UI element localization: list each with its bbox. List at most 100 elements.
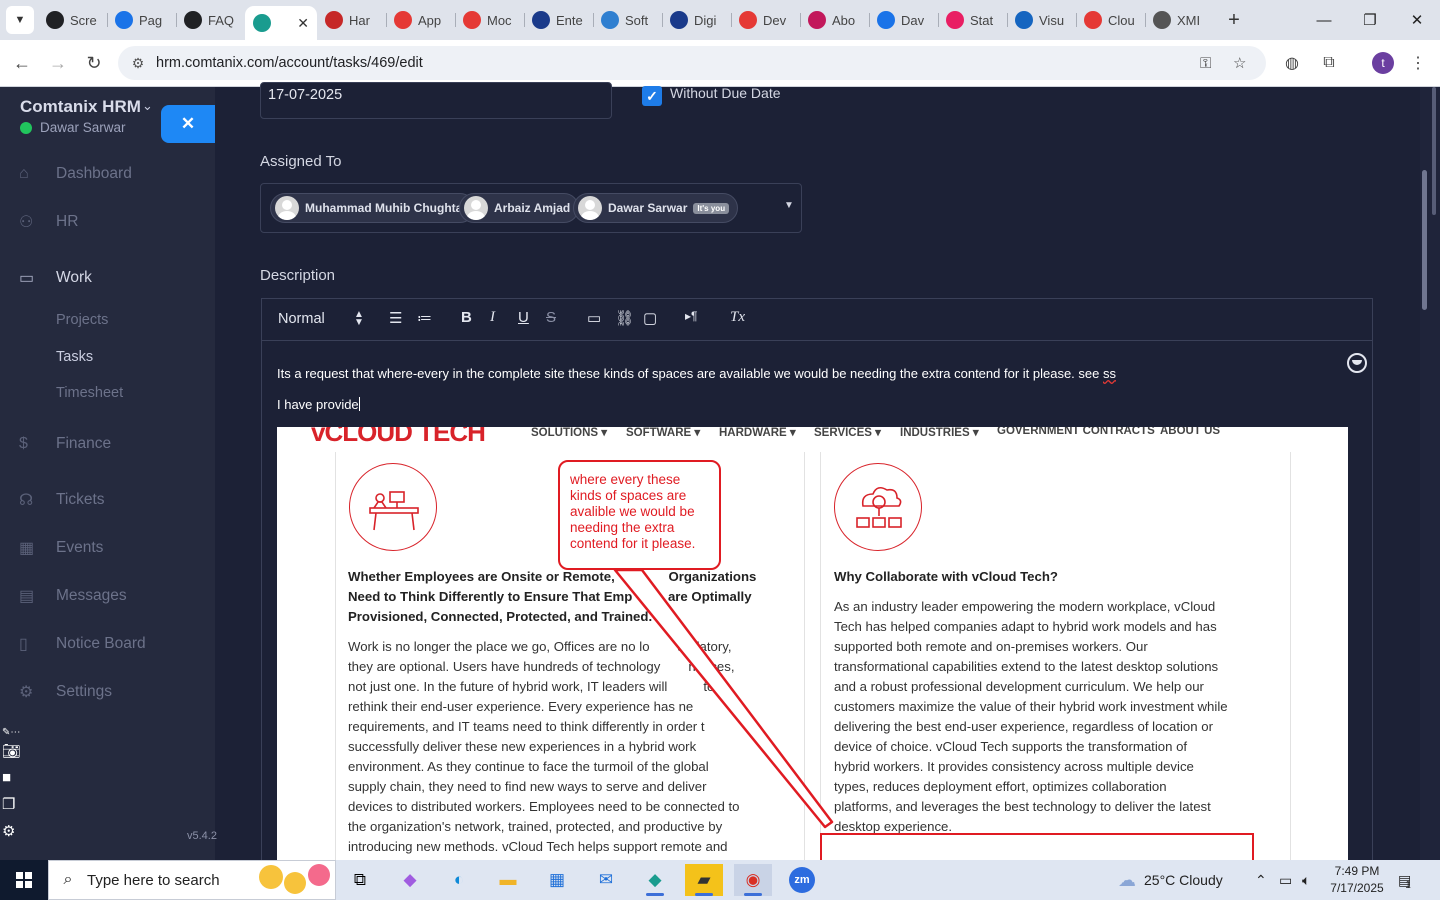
task-view-icon[interactable]: ⧉ [341, 864, 379, 896]
browser-tab[interactable]: Pag [107, 4, 176, 36]
sidebar-item-finance[interactable]: $ Finance [0, 429, 215, 459]
key-icon[interactable]: ⚿ [1200, 46, 1211, 80]
assignee-chip[interactable]: Dawar Sarwar It's you [573, 193, 739, 223]
due-date-input[interactable]: 17-07-2025 [260, 82, 612, 119]
sidebar-item-tickets[interactable]: ☊ Tickets [0, 485, 215, 515]
page-scrollbar-thumb[interactable] [1422, 170, 1427, 310]
browser-tab[interactable]: Digi [662, 4, 731, 36]
notification-center-icon[interactable]: ▤ 1 [1398, 860, 1411, 900]
browser-tab[interactable]: App [386, 4, 455, 36]
embedded-screenshot[interactable]: vCLOUD TECH SOLUTIONS ▾ SOFTWARE ▾ HARDW… [277, 427, 1348, 860]
chrome-icon[interactable]: ◉ [734, 864, 772, 896]
taskbar-clock[interactable]: 7:49 PM 7/17/2025 [1326, 863, 1388, 897]
copilot-icon[interactable]: ◆ [391, 864, 429, 896]
sidebar-item-settings[interactable]: ⚙ Settings [0, 677, 215, 707]
description-text[interactable]: Its a request that where-every in the co… [277, 366, 1116, 381]
sidebar-item-events[interactable]: ▦ Events [0, 533, 215, 563]
italic-icon[interactable]: I [490, 309, 495, 326]
video-icon[interactable]: ■ [2, 769, 11, 786]
mail-icon[interactable]: ✉ [587, 864, 625, 896]
tab-search-button[interactable]: ▼ [6, 6, 34, 34]
underline-icon[interactable]: U [518, 309, 529, 326]
description-editor[interactable]: Normal ▲ ▼ ☰ ≔ B I U S ▭ ⛓ ▢ ▸¶ Tx Its a … [261, 298, 1373, 860]
link-icon[interactable]: ⛓ [615, 309, 634, 327]
outer-scrollbar-thumb[interactable] [1432, 87, 1436, 215]
bookmark-star-icon[interactable]: ☆ [1233, 46, 1246, 80]
store-icon[interactable]: ▦ [538, 864, 576, 896]
chevron-up-icon[interactable]: ⌃ [1255, 860, 1267, 900]
maximize-button[interactable]: ❐ [1347, 0, 1393, 40]
extensions-icon[interactable]: ⧉ [1314, 48, 1344, 78]
bullet-list-icon[interactable]: ≔ [417, 309, 432, 327]
start-button[interactable] [0, 860, 48, 900]
browser-tab[interactable]: Dav [869, 4, 938, 36]
copy-icon[interactable]: ❐ [2, 795, 15, 813]
caret-down-icon[interactable]: ▼ [784, 200, 794, 211]
ordered-list-icon[interactable]: ☰ [389, 309, 402, 327]
browser-tab[interactable]: Dev [731, 4, 800, 36]
image-icon[interactable]: ▭ [587, 309, 601, 327]
sidebar-subitem-projects[interactable]: Projects [56, 312, 108, 328]
browser-tab[interactable]: Ente [524, 4, 593, 36]
browser-tab[interactable]: FAQ [176, 4, 245, 36]
browser-tab[interactable]: Moc [455, 4, 524, 36]
edge-icon[interactable]: ◐ [440, 864, 478, 896]
browser-tab[interactable]: Soft [593, 4, 662, 36]
browser-tab[interactable]: Clou [1076, 4, 1145, 36]
format-select[interactable]: Normal [278, 311, 325, 327]
browser-tab[interactable]: Abo [800, 4, 869, 36]
translate-icon[interactable]: ◍ [1277, 48, 1307, 78]
close-window-button[interactable]: ✕ [1394, 0, 1440, 40]
browser-tab[interactable]: Stat [938, 4, 1007, 36]
forward-button[interactable]: → [40, 45, 76, 81]
sticky-notes-icon[interactable]: ▰ [685, 864, 723, 896]
sidebar-subitem-tasks[interactable]: Tasks [56, 349, 93, 365]
menu-kebab-icon[interactable]: ⋮ [1403, 48, 1433, 78]
select-caret-icon[interactable]: ▲ ▼ [354, 310, 364, 328]
without-due-date-checkbox[interactable]: ✓ [642, 86, 662, 106]
assignee-chip[interactable]: Arbaiz Amjad [459, 193, 580, 223]
new-tab-button[interactable]: + [1220, 6, 1248, 34]
browser-tab[interactable]: Har [317, 4, 386, 36]
sidebar-item-messages[interactable]: ▤ Messages [0, 581, 215, 611]
clear-format-icon[interactable]: Tx [730, 309, 745, 326]
back-button[interactable]: ← [4, 45, 40, 81]
sidebar-item-work[interactable]: ▭ Work [0, 263, 215, 293]
close-sidebar-button[interactable]: ✕ [161, 105, 215, 143]
brand-name[interactable]: Comtanix HRM [20, 97, 141, 117]
browser-tab[interactable]: Scre [38, 4, 107, 36]
assignee-multiselect[interactable]: Muhammad Muhib Chughtai Arbaiz Amjad Daw… [260, 183, 802, 233]
bold-icon[interactable]: B [461, 309, 472, 326]
chevron-down-icon[interactable]: ⌄ [142, 98, 153, 114]
zoom-icon[interactable]: zm [783, 864, 821, 896]
network-icon[interactable]: ▭ [1279, 860, 1292, 900]
browser-tab[interactable]: Visu [1007, 4, 1076, 36]
tool-pen-icon[interactable]: ✎⋯ [2, 727, 20, 738]
weather-widget[interactable]: ☁ 25°C Cloudy [1118, 860, 1223, 900]
sidebar-item-hr[interactable]: ⚇ HR [0, 207, 215, 237]
site-info-icon[interactable]: ⚙ [128, 55, 148, 72]
reload-button[interactable]: ↻ [76, 45, 112, 81]
settings-cog-icon[interactable]: ⚙ [2, 822, 15, 840]
grammarly-icon[interactable] [1347, 353, 1367, 373]
description-text[interactable]: I have provide [277, 397, 360, 412]
volume-icon[interactable]: 🔈︎ [1302, 860, 1310, 900]
browser-tab[interactable]: XMI [1145, 4, 1214, 36]
camera-icon[interactable]: 📷︎ [2, 742, 21, 760]
profile-avatar[interactable]: t [1372, 52, 1394, 74]
embed-icon[interactable]: ▢ [643, 309, 657, 327]
sidebar-subitem-timesheet[interactable]: Timesheet [56, 385, 123, 401]
minimize-button[interactable]: — [1301, 0, 1347, 40]
indent-icon[interactable]: ▸¶ [685, 309, 697, 323]
browser-tab[interactable]: ✕ [245, 6, 317, 40]
sidebar-item-notice-board[interactable]: ▯ Notice Board [0, 629, 215, 659]
omnibox[interactable]: ⚙ hrm.comtanix.com/account/tasks/469/edi… [118, 46, 1266, 80]
assignee-chip[interactable]: Muhammad Muhib Chughtai [270, 193, 475, 223]
annotation-box [820, 833, 1254, 860]
file-explorer-icon[interactable]: ▬ [489, 864, 527, 896]
app-icon[interactable]: ◆ [636, 864, 674, 896]
close-tab-icon[interactable]: ✕ [297, 15, 309, 32]
sidebar-item-dashboard[interactable]: ⌂ Dashboard [0, 159, 215, 189]
strikethrough-icon[interactable]: S [546, 309, 556, 326]
url-text[interactable]: hrm.comtanix.com/account/tasks/469/edit [156, 55, 423, 71]
